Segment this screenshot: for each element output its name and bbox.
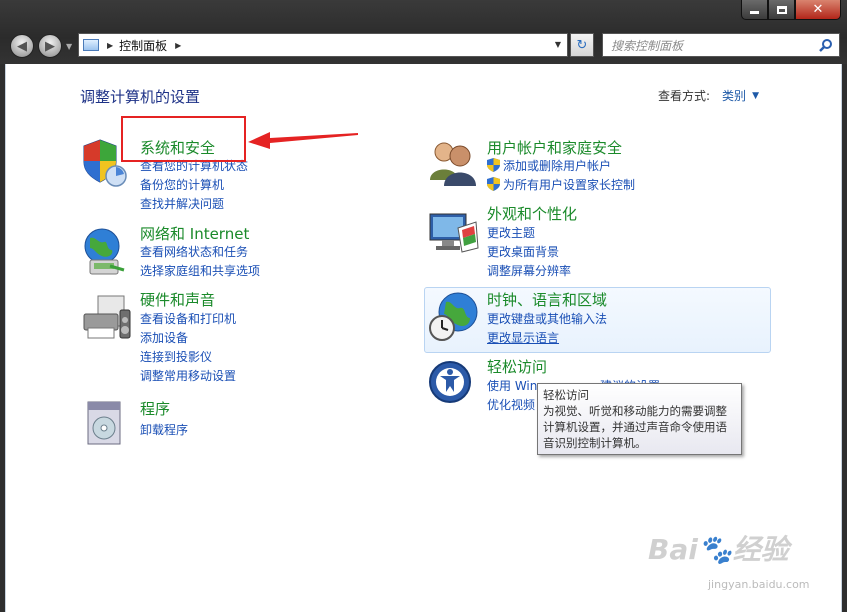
link-mobility-settings[interactable]: 调整常用移动设置 [140,367,236,384]
programs-icon[interactable] [80,398,132,450]
link-add-device[interactable]: 添加设备 [140,329,188,346]
ease-of-access-tooltip: 轻松访问 为视觉、听觉和移动能力的需要调整计算机设置，并通过声音命令使用语音识别… [537,383,742,455]
uac-shield-icon [487,177,500,191]
link-add-remove-users-label[interactable]: 添加或删除用户帐户 [503,159,611,173]
link-parental-controls[interactable]: 为所有用户设置家长控制 [487,176,635,193]
annotation-arrow-icon [248,132,358,149]
address-dropdown-icon[interactable]: ▼ [555,40,561,49]
link-troubleshoot[interactable]: 查找并解决问题 [140,195,224,212]
uac-shield-icon [487,158,500,172]
refresh-icon: ↻ [576,37,588,53]
link-use-windows-settings[interactable]: 使用 Win [487,377,537,394]
forward-arrow-icon: ▶ [45,38,55,54]
breadcrumb-arrow-icon[interactable]: ▶ [107,41,113,50]
back-button[interactable]: ◀ [10,34,34,58]
link-devices-printers[interactable]: 查看设备和打印机 [140,310,236,327]
maximize-button[interactable] [768,0,795,20]
window-controls: ✕ [741,0,841,20]
recent-pages-dropdown[interactable]: ▼ [66,42,72,51]
forward-button[interactable]: ▶ [38,34,62,58]
watermark-logo: Bai🐾经验 [648,533,789,566]
ease-of-access-icon[interactable] [428,358,480,410]
minimize-icon [750,11,759,14]
link-change-theme[interactable]: 更改主题 [487,224,535,241]
category-title-users[interactable]: 用户帐户和家庭安全 [487,137,622,158]
link-connect-projector[interactable]: 连接到投影仪 [140,348,212,365]
view-by-control: 查看方式: 类别 ▼ [658,87,759,104]
network-globe-icon[interactable] [80,226,132,278]
control-panel-icon [83,39,99,51]
appearance-icon[interactable] [428,208,480,260]
maximize-icon [776,5,787,14]
tooltip-text: 为视觉、听觉和移动能力的需要调整计算机设置，并通过声音命令使用语音识别控制计算机… [543,404,727,450]
category-title-programs[interactable]: 程序 [140,398,170,419]
users-icon[interactable] [428,136,480,188]
breadcrumb-arrow-icon[interactable]: ▶ [175,41,181,50]
link-uninstall-program[interactable]: 卸载程序 [140,421,188,438]
search-box[interactable]: 搜索控制面板 [602,33,840,57]
category-title-clock-region[interactable]: 时钟、语言和区域 [487,289,607,310]
link-change-keyboard[interactable]: 更改键盘或其他输入法 [487,310,607,327]
view-by-dropdown[interactable]: 类别 [722,87,746,104]
view-by-label: 查看方式: [658,89,711,103]
window-frame-right [842,64,847,612]
link-homegroup[interactable]: 选择家庭组和共享选项 [140,262,260,279]
title-bar: ✕ ◀ ▶ ▼ ▶ 控制面板 ▶ ▼ ↻ 搜索控制面板 [0,0,847,64]
link-add-remove-users[interactable]: 添加或删除用户帐户 [487,157,611,174]
annotation-highlight-box [121,116,246,162]
link-parental-controls-label[interactable]: 为所有用户设置家长控制 [503,178,635,192]
category-title-hardware[interactable]: 硬件和声音 [140,289,215,310]
address-bar[interactable]: ▶ 控制面板 ▶ ▼ [78,33,568,57]
refresh-button[interactable]: ↻ [570,33,594,57]
tooltip-title: 轻松访问 [543,388,589,402]
close-button[interactable]: ✕ [795,0,841,20]
category-title-ease-of-access[interactable]: 轻松访问 [487,356,547,377]
chevron-down-icon[interactable]: ▼ [752,91,759,101]
category-title-appearance[interactable]: 外观和个性化 [487,203,577,224]
globe-clock-icon[interactable] [428,290,480,342]
link-network-status[interactable]: 查看网络状态和任务 [140,243,248,260]
search-icon[interactable] [817,36,835,54]
back-arrow-icon: ◀ [17,38,27,54]
link-screen-resolution[interactable]: 调整屏幕分辨率 [487,262,571,279]
category-title-network[interactable]: 网络和 Internet [140,223,249,244]
link-optimize-video[interactable]: 优化视频 [487,396,535,413]
link-change-background[interactable]: 更改桌面背景 [487,243,559,260]
search-input[interactable]: 搜索控制面板 [611,37,817,54]
page-title: 调整计算机的设置 [80,88,201,106]
close-icon: ✕ [812,2,824,17]
breadcrumb-control-panel[interactable]: 控制面板 [119,37,167,54]
link-backup-computer[interactable]: 备份您的计算机 [140,176,224,193]
link-change-display-language[interactable]: 更改显示语言 [487,329,559,346]
minimize-button[interactable] [741,0,768,20]
watermark-url: jingyan.baidu.com [708,578,810,591]
printer-icon[interactable] [80,292,132,344]
